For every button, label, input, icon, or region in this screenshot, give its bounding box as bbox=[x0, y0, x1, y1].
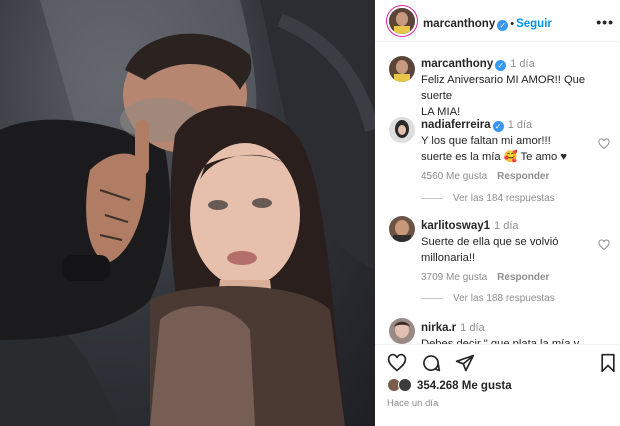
comment-content: nirka.r 1 día Debes decir " que plata la … bbox=[421, 318, 611, 344]
comment-like-count[interactable]: 3709 Me gusta bbox=[421, 272, 487, 283]
post-side-panel: marcanthony ✓ • Seguir ••• marcanthony ✓ 1 dí… bbox=[375, 0, 620, 426]
comment-content: karlitosway1 1 día Suerte de ella que se … bbox=[421, 216, 591, 283]
post-likes[interactable]: 354.268 Me gusta bbox=[387, 378, 512, 392]
post-time-ago[interactable]: Hace un día bbox=[387, 398, 438, 409]
separator-dot: • bbox=[510, 18, 515, 30]
header-title: marcanthony ✓ • Seguir bbox=[423, 14, 552, 32]
comment-like-count[interactable]: 4560 Me gusta bbox=[421, 171, 487, 182]
comment-username[interactable]: karlitosway1 bbox=[421, 220, 490, 232]
comment-item: nirka.r 1 día Debes decir " que plata la … bbox=[375, 316, 620, 344]
author-username[interactable]: marcanthony bbox=[423, 18, 495, 30]
comment-meta: 3709 Me gusta Responder bbox=[421, 272, 591, 283]
heart-icon[interactable] bbox=[387, 353, 407, 373]
comment-content: nadiaferreira ✓ 1 día Y los que faltan mi … bbox=[421, 115, 591, 182]
comment-avatar[interactable] bbox=[389, 117, 415, 143]
verified-check-icon: ✓ bbox=[495, 60, 507, 71]
reply-button[interactable]: Responder bbox=[497, 272, 549, 283]
comment-time: 1 día bbox=[460, 322, 485, 334]
paper-plane-icon[interactable] bbox=[455, 353, 475, 373]
reply-button[interactable]: Responder bbox=[497, 171, 549, 182]
comment-like-heart-icon[interactable] bbox=[598, 138, 610, 150]
view-replies-link[interactable]: Ver las 188 respuestas bbox=[421, 293, 555, 304]
comment-avatar[interactable] bbox=[389, 318, 415, 344]
comment-text-line2: millonaria!! bbox=[421, 252, 476, 264]
caption-text-line1: Feliz Aniversario MI AMOR!! Que suerte bbox=[421, 74, 586, 102]
comment-username[interactable]: nirka.r bbox=[421, 322, 456, 334]
comment-text-line1: Debes decir " que plata la mía y bbox=[421, 338, 580, 344]
comment-meta: 4560 Me gusta Responder bbox=[421, 171, 591, 182]
author-avatar[interactable] bbox=[389, 8, 415, 34]
comment-like-heart-icon[interactable] bbox=[598, 239, 610, 251]
follow-button[interactable]: Seguir bbox=[516, 18, 552, 30]
caption-time: 1 día bbox=[510, 58, 535, 70]
liker-avatars bbox=[387, 378, 417, 392]
verified-check-icon: ✓ bbox=[497, 20, 509, 31]
comment-avatar[interactable] bbox=[389, 216, 415, 242]
comment-time: 1 día bbox=[507, 119, 533, 131]
liker-avatar bbox=[398, 378, 412, 392]
post-photo[interactable] bbox=[0, 0, 375, 426]
caption-username[interactable]: marcanthony bbox=[421, 58, 493, 70]
verified-check-icon: ✓ bbox=[492, 121, 504, 132]
view-replies-link[interactable]: Ver las 184 respuestas bbox=[421, 193, 555, 204]
comment-text-line2: suerte es la mía 🥰 Te amo ♥ bbox=[421, 151, 567, 163]
bookmark-icon[interactable] bbox=[598, 353, 618, 373]
comment-username[interactable]: nadiaferreira bbox=[421, 119, 491, 131]
comment-text-line1: Suerte de ella que se volvió bbox=[421, 236, 559, 248]
photo-illustration bbox=[0, 0, 375, 426]
caption-avatar[interactable] bbox=[389, 56, 415, 82]
post-header: marcanthony ✓ • Seguir ••• bbox=[375, 0, 620, 42]
post-action-bar bbox=[375, 344, 620, 382]
more-options-icon[interactable]: ••• bbox=[596, 14, 614, 30]
post-like-count[interactable]: 354.268 Me gusta bbox=[417, 380, 512, 392]
comment-bubble-icon[interactable] bbox=[421, 353, 441, 373]
comment-text-line1: Y los que faltan mi amor!!! bbox=[421, 135, 551, 147]
caption-content: marcanthony ✓ 1 día Feliz Aniversario MI A… bbox=[421, 54, 616, 120]
comment-time: 1 día bbox=[494, 220, 519, 232]
